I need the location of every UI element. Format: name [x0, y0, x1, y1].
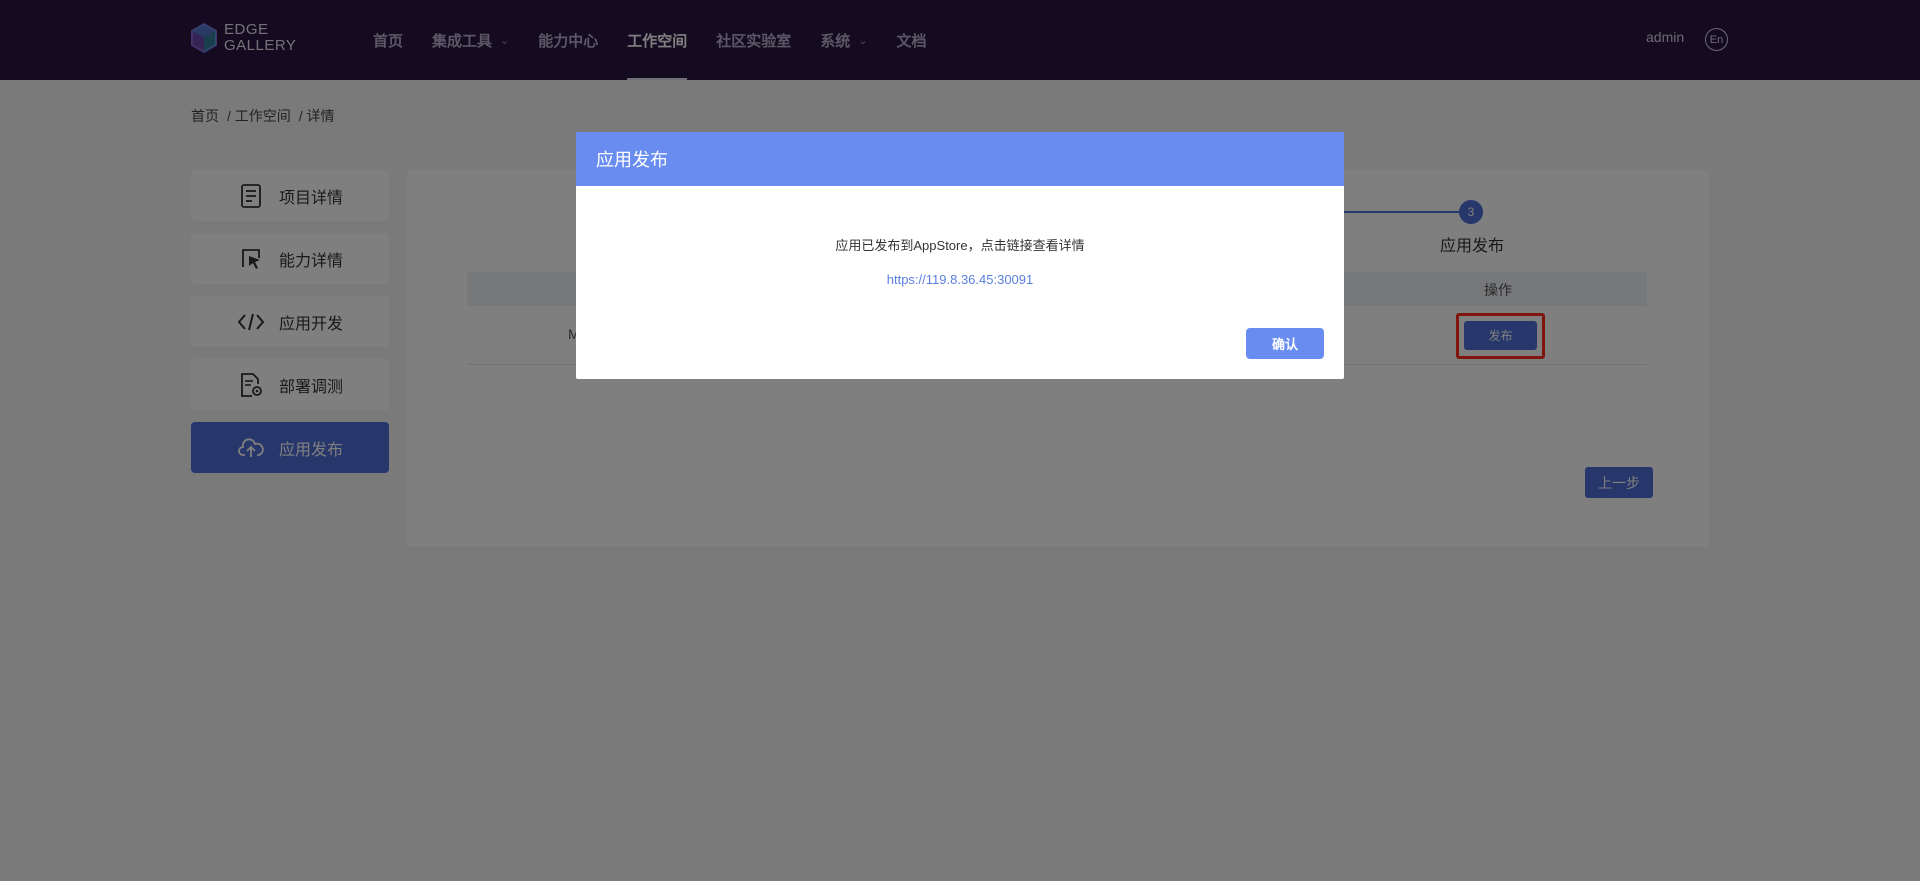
dialog-message: 应用已发布到AppStore，点击链接查看详情	[835, 238, 1085, 253]
dialog-header: 应用发布	[576, 132, 1344, 186]
publish-dialog: 应用发布 应用已发布到AppStore，点击链接查看详情 https://119…	[576, 132, 1344, 379]
dialog-title: 应用发布	[596, 150, 668, 170]
confirm-button[interactable]: 确认	[1246, 328, 1324, 359]
appstore-link[interactable]: https://119.8.36.45:30091	[576, 272, 1344, 287]
